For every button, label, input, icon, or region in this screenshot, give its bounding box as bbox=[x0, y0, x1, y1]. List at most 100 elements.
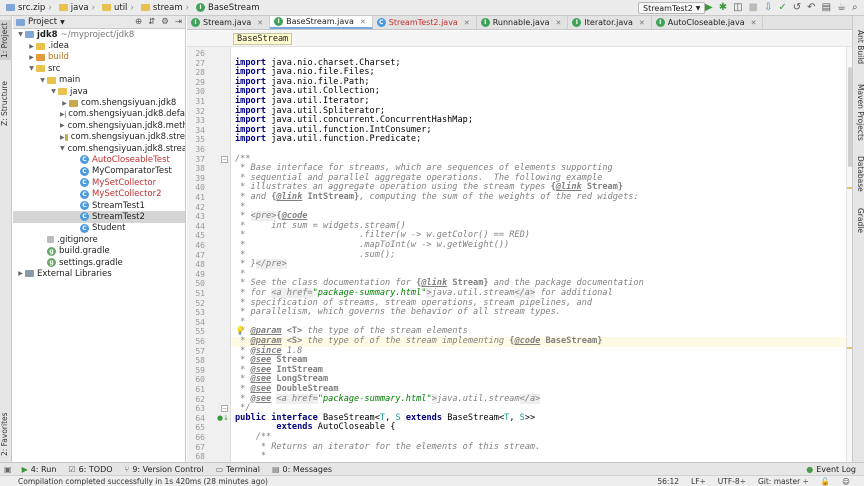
sdk-icon[interactable]: ☕ bbox=[837, 2, 846, 14]
chevron-right-icon[interactable]: ▶ bbox=[60, 122, 65, 129]
implementations-gutter-icon[interactable]: ●↓ bbox=[217, 414, 229, 422]
chevron-right-icon[interactable]: ▶ bbox=[60, 111, 65, 118]
revert-icon[interactable]: ↶ bbox=[807, 2, 815, 14]
editor-tab[interactable]: I AutoCloseable.java ✕ bbox=[652, 16, 764, 29]
code-line[interactable]: * bbox=[235, 451, 266, 462]
scroll-from-source-icon[interactable]: ⊕ bbox=[135, 17, 142, 27]
gear-icon[interactable]: ⚙ bbox=[161, 17, 169, 27]
project-tool-tab[interactable]: 1: Project bbox=[0, 20, 12, 60]
tree-item[interactable]: ▶ com.shengsiyuan.jdk8.meth bbox=[13, 120, 185, 131]
editor-tab[interactable]: C StreamTest2.java ✕ bbox=[373, 16, 477, 29]
search-everywhere-icon[interactable]: ⌕ bbox=[852, 2, 858, 14]
nav-crumb[interactable]: I BaseStream bbox=[194, 3, 261, 13]
close-icon[interactable]: ✕ bbox=[639, 19, 645, 27]
database-tool-tab[interactable]: Database bbox=[853, 156, 864, 196]
project-panel-title[interactable]: Project bbox=[28, 17, 57, 27]
run-icon[interactable]: ▶ bbox=[705, 2, 713, 14]
line-separator[interactable]: LF÷ bbox=[691, 477, 706, 486]
maven-tool-tab[interactable]: Maven Projects bbox=[853, 84, 864, 146]
nav-crumb[interactable]: util › bbox=[100, 3, 139, 13]
ant-build-tool-tab[interactable]: Ant Build bbox=[853, 30, 864, 72]
tree-item[interactable]: C MyComparatorTest bbox=[13, 166, 185, 177]
file-encoding[interactable]: UTF-8÷ bbox=[718, 477, 746, 486]
chevron-down-icon[interactable]: ▼ bbox=[16, 31, 25, 38]
git-branch[interactable]: Git: master ÷ bbox=[758, 477, 809, 486]
fold-marker-icon[interactable]: − bbox=[221, 155, 228, 163]
run-configuration-select[interactable]: StreamTest2 ▼ bbox=[638, 2, 706, 14]
tree-item[interactable]: ▼ java bbox=[13, 86, 185, 97]
collapse-all-icon[interactable]: ⇵ bbox=[148, 17, 155, 27]
chevron-down-icon[interactable]: ▼ bbox=[60, 145, 65, 152]
hide-icon[interactable]: ⇥ bbox=[175, 17, 182, 27]
breadcrumb-class[interactable]: BaseStream bbox=[233, 33, 293, 45]
code-line[interactable]: * parallelism, which governs the behavio… bbox=[235, 307, 561, 318]
nav-crumb[interactable]: src.zip › bbox=[4, 3, 57, 13]
event-log-button[interactable]: ● Event Log bbox=[800, 465, 864, 474]
bottom-tool-versioncontrol[interactable]: ⑂ 9: Version Control bbox=[119, 465, 210, 474]
tree-item[interactable]: ▶ com.shengsiyuan.jdk8.defa bbox=[13, 109, 185, 120]
gradle-tool-tab[interactable]: Gradle bbox=[853, 208, 864, 240]
tree-item[interactable]: ▼ src bbox=[13, 63, 185, 74]
tree-item[interactable]: ▼ jdk8 ~/myproject/jdk8 bbox=[13, 29, 185, 40]
tree-item[interactable]: ▼ main bbox=[13, 75, 185, 86]
chevron-right-icon[interactable]: ▶ bbox=[60, 134, 65, 141]
debug-icon[interactable]: ✱ bbox=[719, 2, 727, 14]
code-view[interactable]: import java.nio.charset.Charset; import j… bbox=[231, 47, 846, 462]
chevron-down-icon[interactable]: ▼ bbox=[27, 65, 36, 72]
coverage-icon[interactable]: ◫ bbox=[733, 2, 742, 14]
code-line[interactable]: * @see <a href="package-summary.html">ja… bbox=[235, 393, 541, 405]
update-project-icon[interactable]: ⇩ bbox=[764, 2, 772, 14]
caret-position[interactable]: 56:12 bbox=[657, 477, 679, 486]
close-icon[interactable]: ✕ bbox=[257, 19, 263, 27]
code-line[interactable]: * and {@link IntStream}, computing the s… bbox=[235, 192, 638, 203]
tree-item[interactable]: ▶ com.shengsiyuan.jdk8.stre bbox=[13, 132, 185, 143]
history-icon[interactable]: ↺ bbox=[793, 2, 801, 14]
tool-window-toggle-icon[interactable]: ▣ bbox=[0, 465, 16, 474]
editor-tab[interactable]: I Stream.java ✕ bbox=[187, 16, 271, 29]
tree-item[interactable]: g settings.gradle bbox=[13, 257, 185, 268]
bottom-tool-terminal[interactable]: ▭ Terminal bbox=[210, 465, 266, 474]
chevron-right-icon[interactable]: ▶ bbox=[16, 270, 25, 277]
lock-icon[interactable]: 🔓 bbox=[821, 477, 830, 486]
chevron-right-icon[interactable]: ▶ bbox=[27, 54, 36, 61]
bottom-tool-todo[interactable]: ☑ 6: TODO bbox=[62, 465, 118, 474]
chevron-down-icon[interactable]: ▼ bbox=[49, 88, 58, 95]
chevron-down-icon[interactable]: ▼ bbox=[38, 77, 47, 84]
code-line[interactable]: * Returns an iterator for the elements o… bbox=[235, 442, 540, 453]
tree-item[interactable]: ▶ .idea bbox=[13, 40, 185, 51]
tree-item[interactable]: g build.gradle bbox=[13, 245, 185, 256]
close-icon[interactable]: ✕ bbox=[360, 18, 366, 26]
editor-tab[interactable]: I Runnable.java ✕ bbox=[477, 16, 569, 29]
structure-tool-tab[interactable]: Z: Structure bbox=[0, 76, 12, 131]
status-message[interactable]: Compilation completed successfully in 1s… bbox=[0, 477, 268, 486]
tree-item[interactable]: ▶ build bbox=[13, 52, 185, 63]
favorites-tool-tab[interactable]: 2: Favorites bbox=[0, 408, 12, 460]
tree-item[interactable]: C MySetCollector bbox=[13, 177, 185, 188]
tree-item[interactable]: C AutoCloseableTest bbox=[13, 154, 185, 165]
inspector-icon[interactable]: ☺ bbox=[842, 477, 850, 486]
bottom-tool-run[interactable]: ▶ 4: Run bbox=[16, 465, 63, 474]
chevron-right-icon[interactable]: ▶ bbox=[27, 43, 36, 50]
tree-item[interactable]: C StreamTest1 bbox=[13, 200, 185, 211]
nav-crumb[interactable]: stream › bbox=[139, 3, 194, 13]
tree-item[interactable]: C Student bbox=[13, 223, 185, 234]
fold-marker-icon[interactable]: − bbox=[221, 405, 228, 413]
close-icon[interactable]: ✕ bbox=[751, 19, 757, 27]
close-icon[interactable]: ✕ bbox=[464, 19, 470, 27]
chevron-right-icon[interactable]: ▶ bbox=[60, 100, 69, 107]
tree-item[interactable]: .gitignore bbox=[13, 234, 185, 245]
editor-tab[interactable]: I BaseStream.java ✕ bbox=[270, 16, 373, 29]
lightbulb-icon[interactable]: 💡 bbox=[235, 326, 245, 335]
vcs-commit-icon[interactable]: ✓ bbox=[778, 2, 786, 14]
tree-item[interactable]: ▶ External Libraries bbox=[13, 268, 185, 279]
tree-item[interactable]: ▶ com.shengsiyuan.jdk8 bbox=[13, 97, 185, 108]
tree-item[interactable]: C MySetCollector2 bbox=[13, 188, 185, 199]
tree-item[interactable]: ▼ com.shengsiyuan.jdk8.strea bbox=[13, 143, 185, 154]
code-line[interactable]: import java.util.function.Predicate; bbox=[235, 135, 421, 145]
nav-crumb[interactable]: java › bbox=[57, 3, 100, 13]
project-structure-icon[interactable]: ▤ bbox=[822, 2, 831, 14]
tree-item[interactable]: C StreamTest2 bbox=[13, 211, 185, 223]
bottom-tool-messages[interactable]: ▤ 0: Messages bbox=[266, 465, 338, 474]
chevron-down-icon[interactable]: ▼ bbox=[60, 19, 65, 26]
close-icon[interactable]: ✕ bbox=[556, 19, 562, 27]
